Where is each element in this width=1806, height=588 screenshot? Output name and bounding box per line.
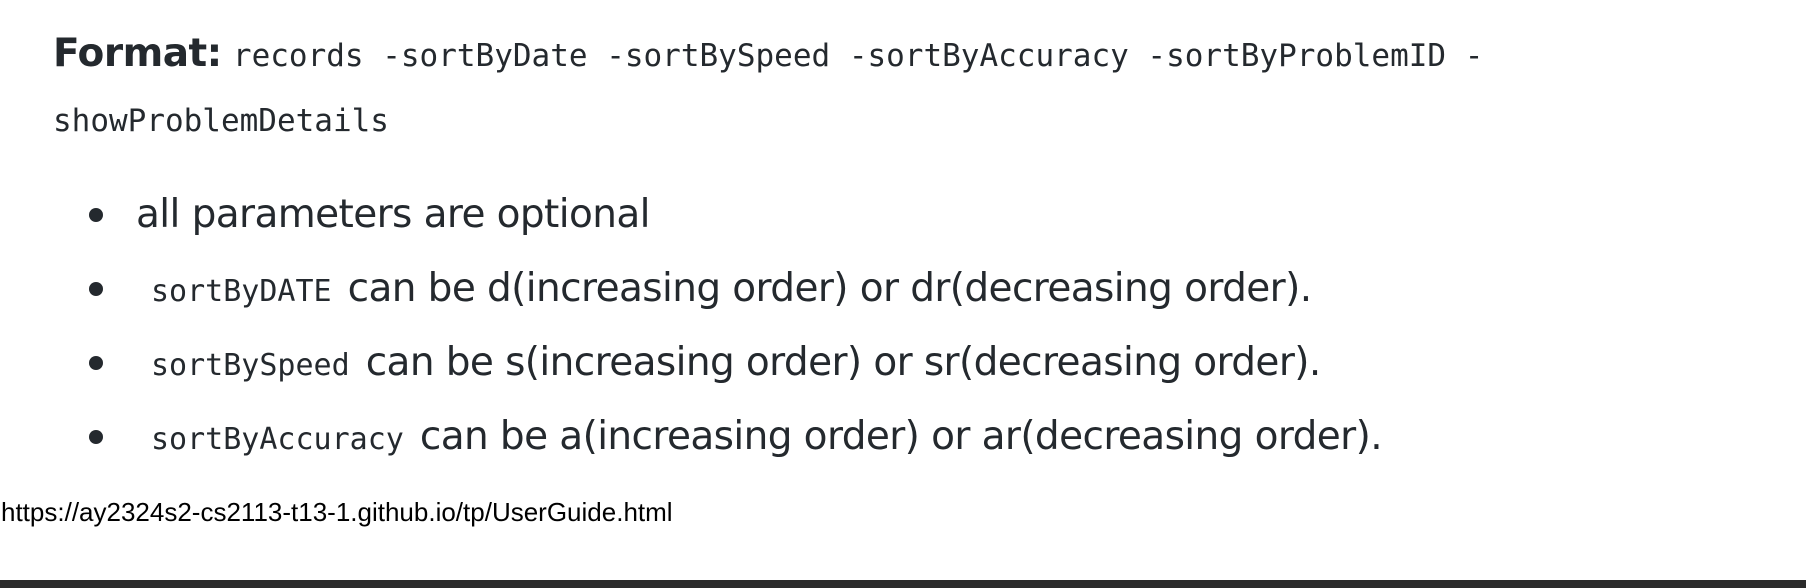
bullet-icon (89, 430, 103, 444)
status-bar-url: https://ay2324s2-cs2113-t13-1.github.io/… (1, 497, 673, 527)
inline-code-sortbyaccuracy: sortByAccuracy (151, 422, 404, 457)
inline-code-sortbydate: sortByDATE (151, 274, 332, 309)
bullet-icon (89, 282, 103, 296)
format-command-line-1: records -sortByDate -sortBySpeed -sortBy… (232, 38, 1484, 74)
bottom-bar (0, 580, 1806, 588)
format-label: Format: (53, 31, 222, 76)
inline-code-sortbyspeed: sortBySpeed (151, 348, 350, 383)
list-item-text: can be s(increasing order) or sr(decreas… (365, 340, 1322, 385)
list-item-text: can be a(increasing order) or ar(decreas… (419, 414, 1383, 459)
list-item: sortByAccuracy can be a(increasing order)… (53, 400, 1753, 474)
parameter-list: all parameters are optional sortByDATE ca… (53, 178, 1753, 474)
list-item-text: can be d(increasing order) or dr(decreas… (347, 266, 1312, 311)
bullet-icon (89, 356, 103, 370)
format-command-line-2: showProblemDetails (53, 103, 389, 139)
bullet-icon (89, 208, 103, 222)
list-item: sortByDATE can be d(increasing order) or … (53, 252, 1753, 326)
document-content: Format: records -sortByDate -sortBySpeed… (53, 22, 1753, 474)
list-item-text: all parameters are optional (136, 192, 651, 237)
list-item: all parameters are optional (53, 178, 1753, 252)
list-item: sortBySpeed can be s(increasing order) or… (53, 326, 1753, 400)
format-paragraph: Format: records -sortByDate -sortBySpeed… (53, 22, 1753, 152)
